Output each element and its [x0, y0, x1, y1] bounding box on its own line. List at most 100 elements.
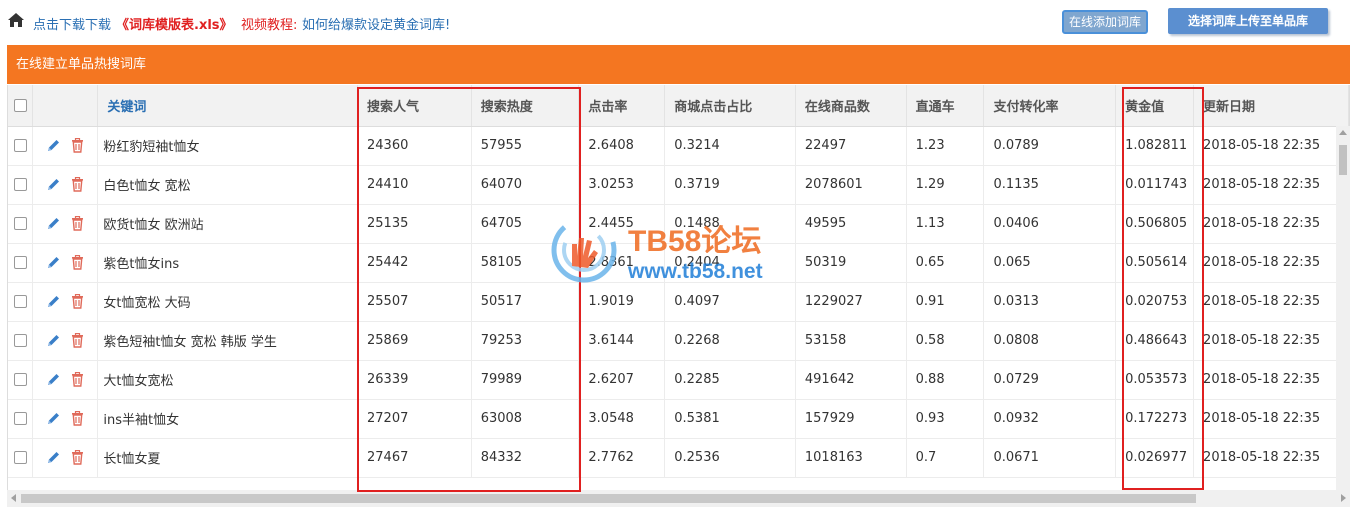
delete-trash-icon[interactable]: [71, 255, 84, 270]
golden-value-cell: 0.026977: [1115, 438, 1195, 478]
delete-trash-icon[interactable]: [71, 216, 84, 231]
update-date-cell: 2018-05-18 22:35: [1193, 360, 1349, 400]
search-heat-cell: 79253: [471, 321, 580, 361]
table-row[interactable]: 粉红豹短袖t恤女 24360 57955 2.6408 0.3214 22497 1.23 0…: [8, 126, 1349, 166]
search-heat-cell: 64070: [471, 165, 580, 205]
horizontal-scroll-thumb[interactable]: [21, 494, 1196, 503]
row-checkbox[interactable]: [14, 139, 27, 152]
search-popularity-cell: 25507: [357, 282, 472, 322]
row-checkbox-cell[interactable]: [8, 360, 34, 400]
search-popularity-cell: 24410: [357, 165, 472, 205]
edit-pencil-icon[interactable]: [46, 450, 61, 465]
header-ztc[interactable]: 直通车: [906, 85, 985, 127]
header-mall-click-share[interactable]: 商城点击占比: [664, 85, 796, 127]
golden-value-cell: 1.082811: [1115, 126, 1195, 166]
delete-trash-icon[interactable]: [71, 450, 84, 465]
edit-pencil-icon[interactable]: [46, 138, 61, 153]
upload-keywords-button[interactable]: 选择词库上传至单品库: [1168, 8, 1328, 34]
row-checkbox-cell[interactable]: [8, 321, 34, 361]
update-date-cell: 2018-05-18 22:35: [1193, 438, 1349, 478]
ztc-cell: 1.23: [906, 126, 985, 166]
edit-pencil-icon[interactable]: [46, 255, 61, 270]
scroll-up-arrow-icon[interactable]: [1339, 130, 1347, 135]
keyword-cell: 女t恤宽松 大码: [97, 282, 358, 322]
golden-value-cell: 0.505614: [1115, 243, 1195, 283]
delete-trash-icon[interactable]: [71, 138, 84, 153]
search-popularity-cell: 25442: [357, 243, 472, 283]
click-rate-cell: 2.6408: [578, 126, 666, 166]
delete-trash-icon[interactable]: [71, 411, 84, 426]
delete-trash-icon[interactable]: [71, 177, 84, 192]
update-date-cell: 2018-05-18 22:35: [1193, 399, 1349, 439]
delete-trash-icon[interactable]: [71, 333, 84, 348]
edit-pencil-icon[interactable]: [46, 411, 61, 426]
home-icon[interactable]: [7, 12, 25, 28]
row-checkbox[interactable]: [14, 217, 27, 230]
header-update-date[interactable]: 更新日期: [1193, 85, 1349, 127]
select-all-checkbox-cell[interactable]: [8, 85, 34, 127]
row-checkbox-cell[interactable]: [8, 243, 34, 283]
table-row[interactable]: 紫色短袖t恤女 宽松 韩版 学生 25869 79253 3.6144 0.2268 53…: [8, 321, 1349, 361]
golden-value-cell: 0.020753: [1115, 282, 1195, 322]
search-popularity-cell: 25869: [357, 321, 472, 361]
header-search-popularity[interactable]: 搜索人气: [357, 85, 472, 127]
update-date-cell: 2018-05-18 22:35: [1193, 321, 1349, 361]
vertical-scroll-thumb[interactable]: [1339, 145, 1347, 175]
vertical-scrollbar[interactable]: [1336, 126, 1350, 490]
ztc-cell: 1.13: [906, 204, 985, 244]
row-checkbox[interactable]: [14, 451, 27, 464]
table-row[interactable]: 长t恤女夏 27467 84332 2.7762 0.2536 1018163 0.7 0.0…: [8, 438, 1349, 478]
keyword-cell: 长t恤女夏: [97, 438, 358, 478]
pay-conversion-cell: 0.0406: [983, 204, 1117, 244]
edit-pencil-icon[interactable]: [46, 294, 61, 309]
row-checkbox-cell[interactable]: [8, 204, 34, 244]
header-golden-value[interactable]: 黄金值: [1115, 85, 1195, 127]
video-tutorial-label: 视频教程:: [241, 18, 298, 33]
row-checkbox[interactable]: [14, 412, 27, 425]
row-checkbox-cell[interactable]: [8, 126, 34, 166]
row-checkbox[interactable]: [14, 295, 27, 308]
ztc-cell: 0.65: [906, 243, 985, 283]
keyword-cell: ins半袖t恤女: [97, 399, 358, 439]
table-row[interactable]: ins半袖t恤女 27207 63008 3.0548 0.5381 157929 0.93…: [8, 399, 1349, 439]
download-template-link[interactable]: 《词库模版表.xls》: [116, 14, 233, 33]
edit-pencil-icon[interactable]: [46, 372, 61, 387]
delete-trash-icon[interactable]: [71, 372, 84, 387]
mall-click-share-cell: 0.3214: [664, 126, 796, 166]
search-heat-cell: 79989: [471, 360, 580, 400]
header-click-rate[interactable]: 点击率: [578, 85, 666, 127]
keyword-grid: 关键词 搜索人气 搜索热度 点击率 商城点击占比 在线商品数 直通车 支付转化率…: [7, 85, 1350, 507]
search-popularity-cell: 26339: [357, 360, 472, 400]
horizontal-scrollbar[interactable]: [7, 490, 1350, 507]
table-row[interactable]: 白色t恤女 宽松 24410 64070 3.0253 0.3719 2078601 1.2…: [8, 165, 1349, 205]
search-heat-cell: 63008: [471, 399, 580, 439]
row-checkbox-cell[interactable]: [8, 399, 34, 439]
click-rate-cell: 2.6207: [578, 360, 666, 400]
row-checkbox-cell[interactable]: [8, 165, 34, 205]
add-keyword-online-button[interactable]: 在线添加词库: [1062, 10, 1148, 34]
header-pay-conversion[interactable]: 支付转化率: [983, 85, 1117, 127]
video-tutorial-link[interactable]: 如何给爆款设定黄金词库!: [302, 14, 450, 33]
update-date-cell: 2018-05-18 22:35: [1193, 165, 1349, 205]
scroll-right-arrow-icon[interactable]: [1341, 494, 1346, 502]
edit-pencil-icon[interactable]: [46, 333, 61, 348]
header-keyword[interactable]: 关键词: [97, 85, 358, 127]
row-checkbox[interactable]: [14, 256, 27, 269]
search-popularity-cell: 27467: [357, 438, 472, 478]
header-search-heat[interactable]: 搜索热度: [471, 85, 580, 127]
row-checkbox[interactable]: [14, 373, 27, 386]
header-online-products[interactable]: 在线商品数: [795, 85, 907, 127]
delete-trash-icon[interactable]: [71, 294, 84, 309]
row-checkbox[interactable]: [14, 178, 27, 191]
pay-conversion-cell: 0.0808: [983, 321, 1117, 361]
row-checkbox-cell[interactable]: [8, 282, 34, 322]
row-checkbox-cell[interactable]: [8, 438, 34, 478]
select-all-checkbox[interactable]: [14, 98, 27, 112]
scroll-left-arrow-icon[interactable]: [11, 494, 16, 502]
table-row[interactable]: 大t恤女宽松 26339 79989 2.6207 0.2285 491642 0.88 0.…: [8, 360, 1349, 400]
edit-pencil-icon[interactable]: [46, 177, 61, 192]
golden-value-cell: 0.506805: [1115, 204, 1195, 244]
edit-pencil-icon[interactable]: [46, 216, 61, 231]
row-checkbox[interactable]: [14, 334, 27, 347]
pay-conversion-cell: 0.0313: [983, 282, 1117, 322]
